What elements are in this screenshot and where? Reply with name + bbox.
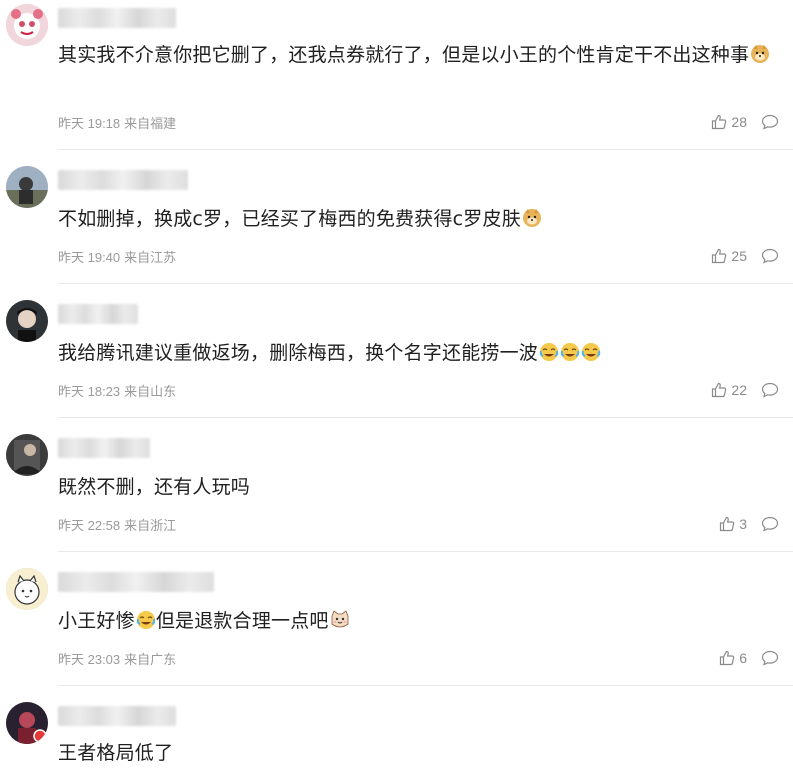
comment-time: 昨天 23:03	[58, 652, 121, 667]
reply-button[interactable]	[761, 382, 779, 398]
divider	[58, 283, 793, 284]
laugh-cry-emoji-icon	[539, 341, 559, 372]
comment-actions: 3	[719, 514, 779, 534]
reply-button[interactable]	[761, 516, 779, 532]
avatar[interactable]	[6, 568, 48, 610]
like-button[interactable]: 25	[711, 248, 747, 264]
comment-meta: 昨天 19:40 来自江苏	[58, 247, 176, 266]
reply-button[interactable]	[761, 248, 779, 264]
comment-item: 其实我不介意你把它删了，还我点券就行了，但是以小王的个性肯定干不出这种事 昨天 …	[0, 4, 793, 150]
comment-actions: 22	[711, 380, 779, 400]
comment-time: 昨天 19:18	[58, 116, 121, 131]
reply-button[interactable]	[761, 114, 779, 130]
comment-meta: 昨天 22:58 来自浙江	[58, 515, 176, 534]
speech-bubble-icon	[761, 114, 779, 130]
avatar[interactable]	[6, 166, 48, 208]
comment-item: 既然不删，还有人玩吗 昨天 22:58 来自浙江 3	[0, 434, 793, 552]
comment-text: 我给腾讯建议重做返场，删除梅西，换个名字还能捞一波	[58, 338, 778, 372]
comment-meta: 昨天 23:03 来自广东	[58, 649, 176, 668]
username-blurred[interactable]	[58, 438, 150, 458]
comment-meta: 昨天 18:23 来自山东	[58, 381, 176, 400]
avatar[interactable]	[6, 434, 48, 476]
username-blurred[interactable]	[58, 706, 176, 726]
comment-time: 昨天 19:40	[58, 250, 121, 265]
divider	[58, 685, 793, 686]
comment-location: 来自广东	[124, 652, 177, 667]
laugh-cry-emoji-icon	[560, 341, 580, 372]
comment-list: 其实我不介意你把它删了，还我点券就行了，但是以小王的个性肯定干不出这种事 昨天 …	[0, 0, 793, 780]
thumbs-up-icon	[720, 650, 735, 666]
comment-text: 小王好惨 但是退款合理一点吧	[58, 606, 778, 640]
thumbs-up-icon	[720, 516, 735, 532]
comment-location: 来自江苏	[124, 250, 177, 265]
comment-item: 不如删掉，换成c罗，已经买了梅西的免费获得c罗皮肤 昨天 19:40 来自江苏 2…	[0, 166, 793, 284]
comment-item: 小王好惨 但是退款合理一点吧 昨天 23:03 来自广东 6	[0, 568, 793, 686]
speech-bubble-icon	[761, 382, 779, 398]
divider	[58, 149, 793, 150]
username-blurred[interactable]	[58, 170, 188, 190]
laugh-cry-emoji-icon	[136, 609, 156, 640]
like-count: 22	[731, 382, 747, 398]
comment-text: 既然不删，还有人玩吗	[58, 476, 251, 498]
like-button[interactable]: 22	[711, 382, 747, 398]
thumbs-up-icon	[712, 248, 727, 264]
comment-item: 我给腾讯建议重做返场，删除梅西，换个名字还能捞一波 昨天 18:23 来自山东 2…	[0, 300, 793, 418]
like-button[interactable]: 3	[719, 516, 747, 532]
reply-button[interactable]	[761, 650, 779, 666]
cat-emoji-icon	[330, 609, 350, 640]
like-count: 3	[739, 516, 747, 532]
avatar[interactable]	[6, 702, 48, 744]
divider	[58, 551, 793, 552]
comment-actions: 25	[711, 246, 779, 266]
username-blurred[interactable]	[58, 8, 176, 28]
avatar[interactable]	[6, 4, 48, 46]
like-count: 25	[731, 248, 747, 264]
comment-text: 王者格局低了	[58, 742, 174, 764]
comment-text: 不如删掉，换成c罗，已经买了梅西的免费获得c罗皮肤	[58, 204, 778, 238]
like-count: 28	[731, 114, 747, 130]
like-count: 6	[739, 650, 747, 666]
comment-item: 王者格局低了	[0, 702, 793, 780]
like-button[interactable]: 6	[719, 650, 747, 666]
avatar[interactable]	[6, 300, 48, 342]
speech-bubble-icon	[761, 248, 779, 264]
speech-bubble-icon	[761, 650, 779, 666]
comment-location: 来自浙江	[124, 518, 177, 533]
laugh-cry-emoji-icon	[581, 341, 601, 372]
comment-meta: 昨天 19:18 来自福建	[58, 113, 176, 132]
comment-location: 来自福建	[124, 116, 177, 131]
comment-actions: 6	[719, 648, 779, 668]
comment-actions: 28	[711, 112, 779, 132]
doge-emoji-icon	[522, 207, 542, 238]
like-button[interactable]: 28	[711, 114, 747, 130]
thumbs-up-icon	[712, 382, 727, 398]
divider	[58, 417, 793, 418]
username-blurred[interactable]	[58, 304, 138, 324]
comment-time: 昨天 18:23	[58, 384, 121, 399]
comment-time: 昨天 22:58	[58, 518, 121, 533]
comment-text: 其实我不介意你把它删了，还我点券就行了，但是以小王的个性肯定干不出这种事	[58, 40, 778, 74]
doge-emoji-icon	[750, 43, 770, 74]
comment-location: 来自山东	[124, 384, 177, 399]
thumbs-up-icon	[712, 114, 727, 130]
username-blurred[interactable]	[58, 572, 214, 592]
speech-bubble-icon	[761, 516, 779, 532]
